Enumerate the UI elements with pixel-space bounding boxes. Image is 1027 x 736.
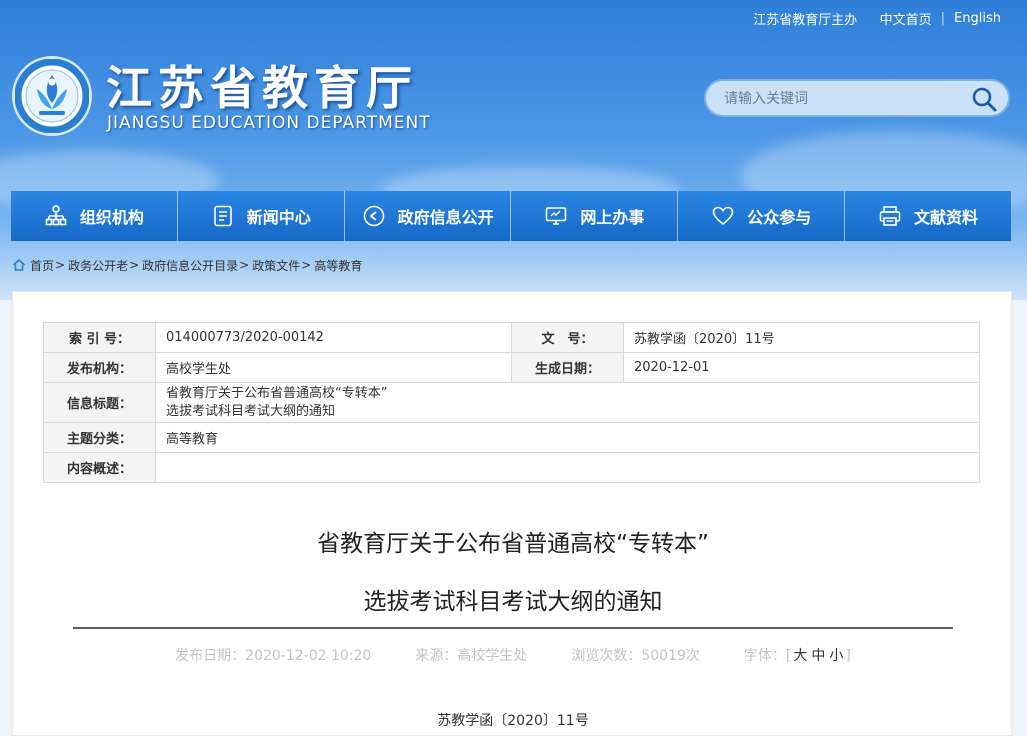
font-medium-button[interactable]: 中 xyxy=(811,648,825,664)
nav-item-news[interactable]: 新闻中心 xyxy=(178,191,345,241)
printer-icon xyxy=(879,206,901,226)
site-logo[interactable] xyxy=(12,56,92,136)
article-info: 发布日期：2020-12-02 10:20 来源：高校学生处 浏览次数：5001… xyxy=(13,645,1013,665)
publish-date: 发布日期：2020-12-02 10:20 xyxy=(175,648,372,664)
breadcrumb-home[interactable]: 首页 xyxy=(30,257,54,274)
topic-value: 高等教育 xyxy=(155,422,980,453)
nav-item-online-service[interactable]: 网上办事 xyxy=(511,191,679,241)
home-icon xyxy=(12,258,26,271)
nav-label: 新闻中心 xyxy=(246,208,311,227)
nav-item-gov-info[interactable]: 政府信息公开 xyxy=(345,191,512,241)
site-title: 江苏省教育厅 xyxy=(106,61,418,115)
breadcrumb-separator: > xyxy=(55,258,66,272)
index-no-label: 索 引 号： xyxy=(43,322,156,353)
header-banner xyxy=(0,0,1027,300)
breadcrumb-separator: > xyxy=(239,258,250,272)
play-circle-icon xyxy=(363,205,384,227)
breadcrumb: 首页 > 政务公开老 > 政府信息公开目录 > 政策文件 > 高等教育 xyxy=(12,256,362,274)
index-no-value: 014000773/2020-00142 xyxy=(155,322,512,353)
org-chart-icon xyxy=(45,205,67,226)
font-size-control: 字体：[大中小] xyxy=(744,645,851,665)
font-small-button[interactable]: 小 xyxy=(829,648,843,664)
info-title-value: 省教育厅关于公布省普通高校“专转本” 选拔考试科目考试大纲的通知 xyxy=(155,382,980,423)
heart-icon xyxy=(712,206,734,226)
title-divider xyxy=(73,627,953,629)
table-row: 主题分类： 高等教育 xyxy=(43,422,980,453)
home-cn-link[interactable]: 中文首页 xyxy=(880,9,932,28)
breadcrumb-gov-open[interactable]: 政务公开老 xyxy=(68,257,128,274)
nav-item-participation[interactable]: 公众参与 xyxy=(678,191,846,241)
font-size-end: ] xyxy=(845,648,851,664)
info-title-line: 选拔考试科目考试大纲的通知 xyxy=(166,403,336,419)
monitor-icon xyxy=(546,207,567,225)
nav-label: 政府信息公开 xyxy=(397,208,494,227)
font-large-button[interactable]: 大 xyxy=(793,648,807,664)
doc-no-value: 苏教学函〔2020〕11号 xyxy=(623,322,980,353)
nav-label: 组织机构 xyxy=(79,208,144,227)
table-row: 发布机构： 高校学生处 生成日期： 2020-12-01 xyxy=(43,352,980,383)
site-subtitle: JIANGSU EDUCATION DEPARTMENT xyxy=(107,113,431,133)
info-title-label: 信息标题： xyxy=(43,382,156,423)
nav-label: 网上办事 xyxy=(580,208,645,227)
summary-value xyxy=(155,452,980,483)
search-icon[interactable] xyxy=(970,85,998,113)
nav-item-org[interactable]: 组织机构 xyxy=(11,191,178,241)
nav-label: 文献资料 xyxy=(914,208,979,227)
created-date-label: 生成日期： xyxy=(511,352,624,383)
toplinks-separator: | xyxy=(940,10,946,26)
breadcrumb-separator: > xyxy=(129,258,140,272)
search-input[interactable] xyxy=(724,88,964,110)
document-number: 苏教学函〔2020〕11号 xyxy=(437,713,589,729)
document-icon xyxy=(213,205,232,227)
metadata-table: 索 引 号： 014000773/2020-00142 文 号： 苏教学函〔20… xyxy=(43,322,980,483)
view-count: 浏览次数：50019次 xyxy=(571,648,700,664)
english-link[interactable]: English xyxy=(954,11,1001,26)
breadcrumb-separator: > xyxy=(301,258,312,272)
issuer-label: 发布机构： xyxy=(43,352,156,383)
top-links: 江苏省教育厅主办 | 中文首页 | English xyxy=(753,8,1001,28)
table-row: 信息标题： 省教育厅关于公布省普通高校“专转本” 选拔考试科目考试大纲的通知 xyxy=(43,382,980,423)
article-title-line2: 选拔考试科目考试大纲的通知 xyxy=(363,589,663,615)
summary-label: 内容概述： xyxy=(43,452,156,483)
breadcrumb-info-catalog[interactable]: 政府信息公开目录 xyxy=(142,257,238,274)
main-nav: 组织机构 新闻中心 政府信息公开 网上办事 公众参与 文献资料 xyxy=(11,191,1011,241)
sponsor-link[interactable]: 江苏省教育厅主办 xyxy=(753,9,857,28)
doc-no-label: 文 号： xyxy=(511,322,624,353)
issuer-value: 高校学生处 xyxy=(155,352,512,383)
info-title-line: 省教育厅关于公布省普通高校“专转本” xyxy=(166,385,388,401)
breadcrumb-higher-edu[interactable]: 高等教育 xyxy=(314,257,362,274)
table-row: 索 引 号： 014000773/2020-00142 文 号： 苏教学函〔20… xyxy=(43,322,980,353)
search-box xyxy=(704,79,1010,117)
nav-item-documents[interactable]: 文献资料 xyxy=(845,191,1011,241)
created-date-value: 2020-12-01 xyxy=(623,352,980,383)
logo-emblem-icon xyxy=(14,58,90,134)
topic-label: 主题分类： xyxy=(43,422,156,453)
breadcrumb-policy-docs[interactable]: 政策文件 xyxy=(252,257,300,274)
article-title-line1: 省教育厅关于公布省普通高校“专转本” xyxy=(317,531,709,557)
nav-label: 公众参与 xyxy=(747,208,812,227)
table-row: 内容概述： xyxy=(43,452,980,483)
font-size-label: 字体：[ xyxy=(743,648,792,664)
content-panel: 索 引 号： 014000773/2020-00142 文 号： 苏教学函〔20… xyxy=(12,291,1012,736)
source: 来源：高校学生处 xyxy=(415,648,528,664)
